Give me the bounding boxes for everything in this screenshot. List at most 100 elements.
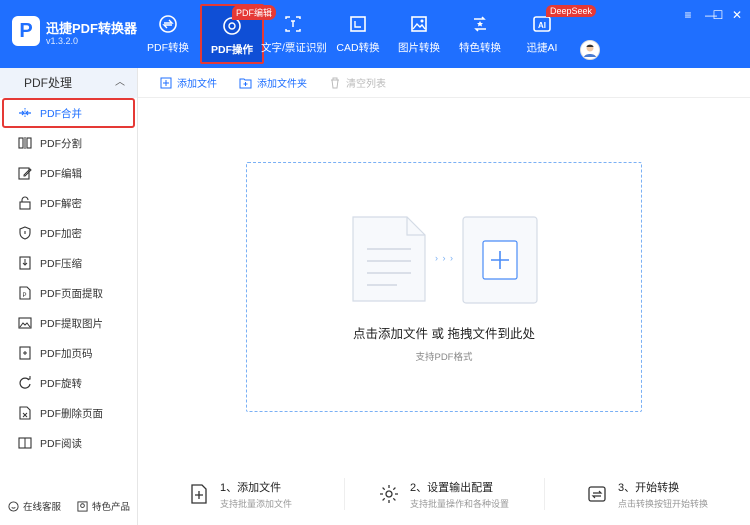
online-service-label: 在线客服 (22, 502, 61, 513)
tab-image-convert[interactable]: 图片转换 (387, 4, 451, 64)
shield-icon (19, 226, 31, 240)
sidebar-item-label: PDF阅读 (40, 437, 82, 450)
tab-cad-convert[interactable]: CAD转换 (326, 4, 390, 64)
app-version: v1.3.2.0 (46, 36, 79, 46)
step-desc: 支持批量操作和各种设置 (410, 498, 510, 509)
sidebar-item-label: PDF删除页面 (40, 407, 103, 420)
sidebar-item-pdf-encrypt[interactable]: PDF加密 (0, 218, 137, 248)
unlock-icon (19, 196, 31, 210)
step-title: 1、添加文件 (220, 481, 282, 494)
tab-ocr[interactable]: 文字/票证识别 (261, 4, 327, 64)
add-file-button[interactable]: 添加文件 (160, 75, 217, 90)
book-icon (18, 437, 32, 449)
tab-label: 特色转换 (459, 42, 501, 54)
step-desc: 支持批量添加文件 (220, 498, 293, 509)
drop-zone-main-text: 点击添加文件 或 拖拽文件到此处 (353, 327, 535, 341)
sidebar-item-pdf-delete-pages[interactable]: PDF删除页面 (0, 398, 137, 428)
svg-text:P: P (22, 293, 26, 299)
page-number-icon (19, 346, 31, 360)
convert-icon (588, 486, 606, 502)
image-icon (411, 16, 427, 32)
sidebar-item-pdf-add-page-numbers[interactable]: PDF加页码 (0, 338, 137, 368)
rotate-icon (19, 376, 31, 389)
sidebar-item-label: PDF提取图片 (40, 317, 103, 330)
step-output-settings: 2、设置输出配置 支持批量操作和各种设置 (378, 470, 509, 518)
tab-pdf-convert[interactable]: PDF转换 (136, 4, 200, 64)
sidebar-item-pdf-edit[interactable]: PDF编辑 (0, 158, 137, 188)
tab-label: PDF操作 (211, 44, 253, 56)
products-icon (77, 500, 88, 512)
sidebar-item-label: PDF加页码 (40, 347, 93, 360)
close-button[interactable]: ✕ (730, 8, 744, 22)
online-service-link[interactable]: 在线客服 (8, 499, 61, 513)
ocr-icon (285, 16, 301, 32)
app-title: 迅捷PDF转换器 (46, 21, 138, 36)
add-folder-label: 添加文件夹 (257, 79, 307, 90)
trash-icon (331, 77, 339, 88)
sidebar-item-pdf-decrypt[interactable]: PDF解密 (0, 188, 137, 218)
menu-button[interactable]: ≡ (681, 8, 695, 22)
sidebar-item-label: PDF压缩 (40, 257, 82, 270)
sidebar-item-pdf-compress[interactable]: PDF压缩 (0, 248, 137, 278)
tab-label: PDF转换 (147, 42, 189, 54)
step-add-file: 1、添加文件 支持批量添加文件 (188, 470, 292, 518)
step-start-convert: 3、开始转换 点击转换按钮开始转换 (586, 470, 708, 518)
sidebar-footer: 在线客服 特色产品 (0, 499, 138, 513)
extract-pages-icon: P (19, 286, 31, 300)
featured-products-link[interactable]: 特色产品 (77, 499, 130, 513)
sidebar-section-header[interactable]: PDF处理 ︿ (0, 68, 137, 98)
pdf-convert-icon (159, 15, 177, 33)
add-file-icon (160, 77, 172, 88)
step-title: 2、设置输出配置 (410, 481, 494, 494)
tab-special-convert[interactable]: 特色转换 (448, 4, 512, 64)
steps-bar: 1、添加文件 支持批量添加文件 2、设置输出配置 支持批量操作和各种设置 3、开… (138, 470, 750, 518)
delete-page-icon (19, 406, 31, 420)
sidebar-item-label: PDF旋转 (40, 377, 82, 390)
sidebar-item-pdf-rotate[interactable]: PDF旋转 (0, 368, 137, 398)
step-desc: 点击转换按钮开始转换 (618, 498, 709, 509)
maximize-button[interactable]: ☐ (711, 8, 725, 22)
sidebar-item-label: PDF加密 (40, 227, 82, 240)
compress-icon (19, 256, 31, 270)
edit-icon (18, 167, 32, 180)
sidebar-item-label: PDF页面提取 (40, 287, 103, 300)
ai-icon: AI (533, 16, 551, 32)
avatar-icon (584, 44, 596, 57)
sidebar-item-pdf-merge[interactable]: PDF合并 (2, 98, 135, 128)
arrows-icon: › › › (435, 253, 454, 263)
split-icon (18, 137, 32, 149)
divider (344, 478, 345, 510)
divider (544, 478, 545, 510)
sidebar-item-label: PDF合并 (40, 107, 82, 120)
add-folder-icon (239, 78, 252, 88)
step-title: 3、开始转换 (618, 481, 680, 494)
user-avatar[interactable] (580, 40, 600, 60)
image-icon (18, 317, 32, 329)
sidebar: PDF处理 ︿ PDF合并 PDF分割 PDF编辑 PDF解密 PDF加密 PD… (0, 68, 138, 525)
file-drop-zone[interactable]: › › › 点击添加文件 或 拖拽文件到此处 支持PDF格式 (246, 162, 642, 412)
add-file-label: 添加文件 (177, 79, 217, 90)
sidebar-item-label: PDF编辑 (40, 167, 82, 180)
sidebar-item-pdf-extract-pages[interactable]: P PDF页面提取 (0, 278, 137, 308)
deepseek-badge: DeepSeek (546, 5, 597, 17)
add-folder-button[interactable]: 添加文件夹 (239, 75, 307, 90)
svg-text:AI: AI (538, 21, 546, 30)
clear-list-label: 清空列表 (346, 79, 386, 90)
app-logo: P (12, 16, 40, 46)
sidebar-item-pdf-split[interactable]: PDF分割 (0, 128, 137, 158)
add-file-icon (191, 484, 207, 504)
document-icon (352, 216, 426, 302)
sidebar-item-pdf-read[interactable]: PDF阅读 (0, 428, 137, 458)
sidebar-item-pdf-extract-images[interactable]: PDF提取图片 (0, 308, 137, 338)
tab-label: CAD转换 (336, 42, 380, 54)
clear-list-button[interactable]: 清空列表 (329, 75, 386, 90)
special-icon (474, 16, 486, 32)
drop-zone-sub-text: 支持PDF格式 (415, 352, 473, 363)
tab-label: 迅捷AI (526, 42, 558, 54)
sidebar-item-label: PDF解密 (40, 197, 82, 210)
chevron-up-icon: ︿ (115, 77, 125, 88)
file-toolbar: 添加文件 添加文件夹 清空列表 (138, 68, 750, 98)
tab-label: 图片转换 (398, 42, 440, 54)
cad-icon (350, 16, 366, 32)
top-bar: P 迅捷PDF转换器 v1.3.2.0 PDF转换 PDF操作 PDF编辑 文字… (0, 0, 750, 68)
